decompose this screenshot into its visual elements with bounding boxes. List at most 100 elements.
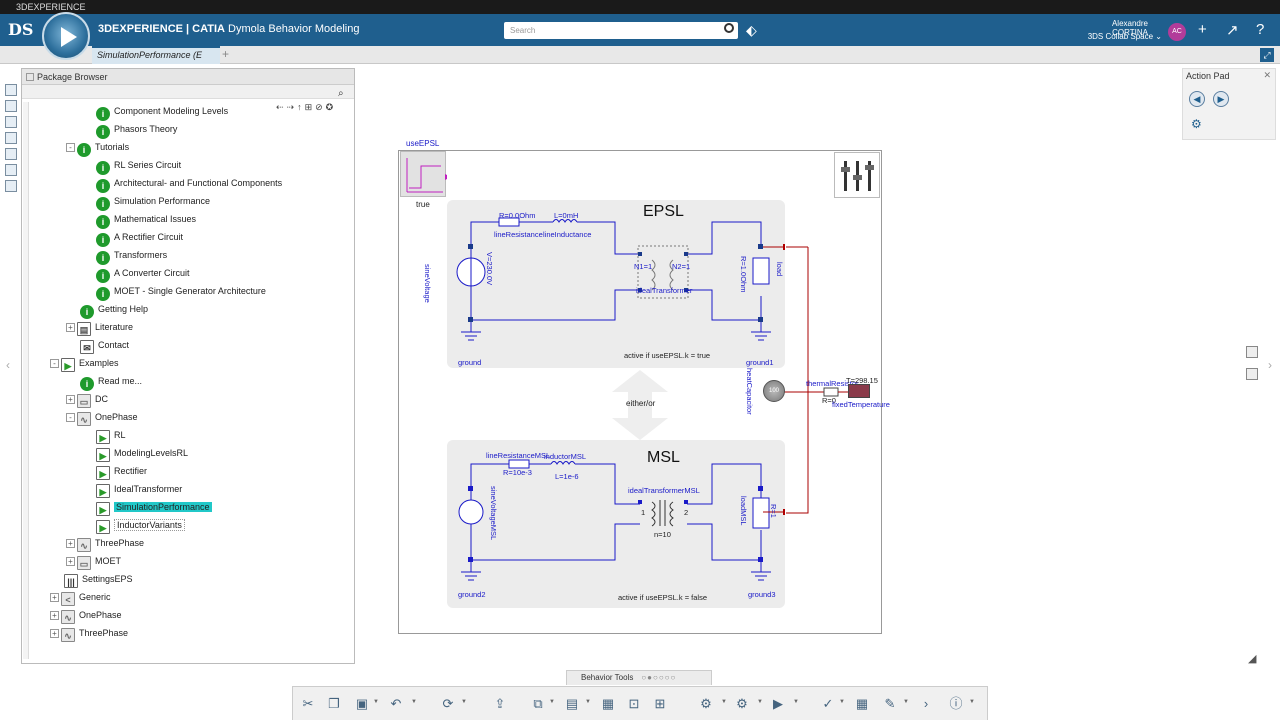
msl-transformer-name[interactable]: idealTransformerMSL — [628, 486, 700, 495]
check-dropdown-icon[interactable]: ▼ — [839, 699, 845, 705]
translate-icon[interactable]: ▶ — [769, 695, 787, 713]
tree-item[interactable]: i Architectural- and Functional Component… — [96, 174, 282, 193]
tools-icon[interactable]: ✎ — [881, 695, 899, 713]
tree-item[interactable]: - ∿ OnePhase — [66, 408, 138, 426]
comment-icon[interactable] — [1246, 368, 1258, 380]
epsl-transformer-name[interactable]: idealTransformer — [636, 286, 692, 295]
tree-item[interactable]: + ▭ DC — [66, 390, 108, 408]
tree-item[interactable]: i Simulation Performance — [96, 192, 210, 211]
tree-item[interactable]: i A Rectifier Circuit — [96, 228, 183, 247]
left-collapse-chevron-icon[interactable]: ‹ — [6, 358, 10, 372]
share-icon[interactable]: ↗ — [1226, 21, 1239, 39]
tree-item[interactable]: + ▭ MOET — [66, 552, 121, 570]
simulate-icon[interactable]: ⚙ — [697, 695, 715, 713]
epsl-load-name[interactable]: load — [775, 262, 784, 276]
tag-icon[interactable]: ⬖ — [746, 22, 757, 39]
tree-item[interactable]: i MOET - Single Generator Architecture — [96, 282, 266, 301]
back-arrow-icon[interactable]: ◀ — [1189, 91, 1205, 107]
tree-item[interactable]: ▶ SimulationPerformance — [96, 498, 212, 516]
tools-dropdown-icon[interactable]: ▼ — [903, 699, 909, 705]
cut-icon[interactable]: ✂ — [299, 695, 317, 713]
search-icon[interactable] — [724, 23, 734, 33]
update-dropdown-icon[interactable]: ▼ — [461, 699, 467, 705]
excel-icon[interactable]: ⊞ — [651, 695, 669, 713]
browser-filter-bar[interactable] — [22, 85, 354, 99]
fixed-temperature-block[interactable] — [848, 384, 870, 398]
msl-load-name[interactable]: loadMSL — [739, 496, 748, 526]
right-collapse-chevron-icon[interactable]: › — [1268, 358, 1272, 372]
expand-icon[interactable]: + — [50, 611, 59, 620]
tool-icon[interactable] — [5, 100, 17, 112]
collapse-icon[interactable]: - — [66, 413, 75, 422]
tab-add-button[interactable]: + — [222, 47, 229, 61]
browser-scrollbar[interactable] — [23, 102, 29, 659]
tree-item[interactable]: i Read me... — [80, 372, 142, 391]
epsl-line-resistance[interactable]: lineResistance — [494, 230, 543, 239]
heat-capacitor-name[interactable]: heatCapacitor — [745, 368, 754, 415]
compass-corner-icon[interactable]: ◢ — [1248, 652, 1256, 665]
next-icon[interactable]: › — [917, 695, 935, 713]
tree-item[interactable]: ▶ Rectifier — [96, 462, 147, 480]
tab-simulationperformance[interactable]: SimulationPerformance (E — [92, 46, 220, 64]
tool-icon[interactable] — [5, 132, 17, 144]
collapse-icon[interactable]: - — [50, 359, 59, 368]
expand-icon[interactable]: + — [66, 557, 75, 566]
tree-item[interactable]: - i Tutorials — [66, 138, 129, 157]
update-icon[interactable]: ⟳ — [439, 695, 457, 713]
collapse-icon[interactable]: - — [66, 143, 75, 152]
info-dropdown-icon[interactable]: ▼ — [969, 699, 975, 705]
collab-space-selector[interactable]: 3DS Collab Space ⌄ — [1078, 32, 1162, 41]
connector-tool-icon[interactable]: ⚙ — [1191, 117, 1202, 131]
action-pad-close-icon[interactable]: ✕ — [1263, 70, 1271, 81]
msl-line-resistance[interactable]: lineResistanceMSL — [486, 451, 550, 460]
expand-icon[interactable]: + — [50, 629, 59, 638]
document-dropdown-icon[interactable]: ▼ — [585, 699, 591, 705]
tree-item[interactable]: i Component Modeling Levels — [96, 102, 228, 121]
check-icon[interactable]: ✓ — [819, 695, 837, 713]
expand-icon[interactable]: + — [66, 539, 75, 548]
undo-dropdown-icon[interactable]: ▼ — [411, 699, 417, 705]
tree-item[interactable]: - ▶ Examples — [50, 354, 119, 372]
tree-item[interactable]: ▶ InductorVariants — [96, 516, 185, 534]
tool-icon[interactable] — [5, 164, 17, 176]
search-input[interactable]: Search — [504, 22, 738, 39]
browser-search-icon[interactable]: ⌕ — [338, 88, 344, 99]
expand-icon[interactable]: + — [66, 323, 75, 332]
tree-item[interactable]: ✉ Contact — [80, 336, 129, 354]
image-icon[interactable]: ▦ — [599, 695, 617, 713]
tree-item[interactable]: ▶ ModelingLevelsRL — [96, 444, 188, 462]
tree-item[interactable]: ▶ IdealTransformer — [96, 480, 182, 498]
export-icon[interactable]: ⇪ — [491, 695, 509, 713]
paste-dropdown-icon[interactable]: ▼ — [373, 699, 379, 705]
tree-item[interactable]: i Transformers — [96, 246, 167, 265]
properties-icon[interactable] — [1246, 346, 1258, 358]
undo-icon[interactable]: ↶ — [387, 695, 405, 713]
epsl-ground1[interactable]: ground1 — [746, 358, 774, 367]
paste-icon[interactable]: ▣ — [353, 695, 371, 713]
msl-inductor[interactable]: inductorMSL — [544, 452, 586, 461]
help-icon[interactable]: ? — [1256, 21, 1264, 38]
tree-item[interactable]: + ∿ ThreePhase — [50, 624, 128, 642]
tree-item[interactable]: + < Generic — [50, 588, 111, 606]
tree-item[interactable]: ▶ RL — [96, 426, 126, 444]
new-model-icon[interactable]: ⧉ — [529, 695, 547, 713]
tool-icon[interactable] — [5, 116, 17, 128]
tool-icon[interactable] — [5, 84, 17, 96]
tree-item[interactable]: i Phasors Theory — [96, 120, 177, 139]
tree-item[interactable]: i A Converter Circuit — [96, 264, 190, 283]
tree-item[interactable]: ||| SettingsEPS — [64, 570, 133, 588]
section-dots[interactable]: ○●○○○○ — [641, 673, 676, 682]
simulate-dropdown-icon[interactable]: ▼ — [721, 699, 727, 705]
tree-item[interactable]: + ∿ ThreePhase — [66, 534, 144, 552]
experiment-icon[interactable]: ⚙ — [733, 695, 751, 713]
msl-ground3[interactable]: ground3 — [748, 590, 776, 599]
tool-icon[interactable] — [5, 148, 17, 160]
expand-icon[interactable]: + — [50, 593, 59, 602]
maximize-icon[interactable]: ⤢ — [1260, 48, 1274, 62]
simulation-settings-icon[interactable] — [834, 152, 880, 198]
tree-item[interactable]: i RL Series Circuit — [96, 156, 181, 175]
copy-icon[interactable]: ❐ — [325, 695, 343, 713]
heat-capacitor[interactable]: 100 — [763, 380, 785, 402]
tool-icon[interactable] — [5, 180, 17, 192]
useepsl-boolean-source[interactable] — [400, 151, 451, 197]
